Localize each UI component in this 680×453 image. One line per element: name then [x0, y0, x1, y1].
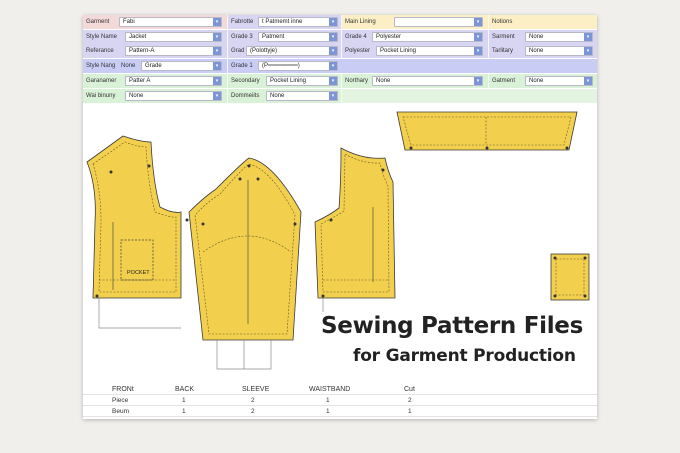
northary-select[interactable]: None ▾ — [372, 76, 483, 86]
garanamer-select[interactable]: Patter A ▾ — [125, 76, 222, 86]
sleeve-piece[interactable] — [188, 157, 302, 341]
chevron-down-icon: ▾ — [329, 62, 337, 70]
table-row: Piece 1 2 1 2 — [83, 395, 597, 406]
chevron-down-icon: ▾ — [213, 47, 221, 55]
fabric-select[interactable]: t Patmemt inne ▾ — [258, 17, 338, 27]
main-lining-select[interactable]: ▾ — [394, 17, 483, 27]
grad-field: Grad (Polottyje) ▾ — [228, 44, 342, 58]
main-lining-field: Main Lining ▾ — [342, 15, 489, 29]
col-header-back: BACK — [175, 386, 195, 393]
chevron-down-icon: ▾ — [474, 18, 482, 26]
dommeiits-select[interactable]: None ▾ — [266, 91, 338, 101]
dommeiits-field: Dommeiits None ▾ — [228, 89, 342, 103]
fabric-field: Fabrotte t Patmemt inne ▾ — [228, 15, 342, 29]
col-header-front: FRONt — [112, 386, 134, 393]
chevron-down-icon: ▾ — [474, 47, 482, 55]
chevron-down-icon: ▾ — [329, 18, 337, 26]
chevron-down-icon: ▾ — [584, 47, 592, 55]
grade-3-field: Grade 3 Patment ▾ — [228, 30, 342, 44]
table-header-row: FRONt BACK SLEEVE WAISTBAND Cut — [83, 384, 597, 395]
chevron-down-icon: ▾ — [329, 77, 337, 85]
style-name-select[interactable]: Jacket ▾ — [125, 32, 222, 42]
grad-select[interactable]: (Polottyje) ▾ — [246, 46, 338, 56]
pattern-canvas: POCKET — [86, 111, 590, 370]
pattern-sheet: Garment Fabi ▾ Fabrotte t Patmemt inne ▾ M… — [83, 15, 597, 419]
headline-subtitle: for Garment Production — [353, 346, 576, 366]
chevron-down-icon: ▾ — [213, 62, 221, 70]
style-name-field: Style Name Jacket ▾ — [83, 30, 228, 44]
empty-cell — [342, 89, 597, 103]
chevron-down-icon: ▾ — [584, 33, 592, 41]
waistband-piece[interactable] — [396, 111, 578, 151]
notions-field: Notions — [489, 15, 597, 29]
pocket-piece[interactable] — [550, 253, 590, 301]
form-row-2: Style Name Jacket ▾ Grade 3 Patment ▾ Grad… — [83, 30, 597, 44]
chevron-down-icon: ▾ — [213, 33, 221, 41]
polyester-field: Polyester Pocket Lining ▾ — [342, 44, 489, 58]
wai-binuny-select[interactable]: None ▾ — [125, 91, 222, 101]
col-header-cut: Cut — [404, 386, 415, 393]
chevron-down-icon: ▾ — [329, 47, 337, 55]
grade-1-field: Grade 1 (P═══════) ▾ — [228, 59, 597, 73]
northary-field: Northary None ▾ — [342, 74, 489, 88]
garment-field: Garment Fabi ▾ — [83, 15, 228, 29]
grade-3-select[interactable]: Patment ▾ — [258, 32, 338, 42]
chevron-down-icon: ▾ — [329, 33, 337, 41]
form-row-3: Referance Pattern-A ▾ Grad (Polottyje) ▾ P… — [83, 44, 597, 58]
reference-select[interactable]: Pattern-A ▾ — [125, 46, 222, 56]
sarment-select[interactable]: None ▾ — [525, 32, 593, 42]
secondary-select[interactable]: Pocket Lining ▾ — [266, 76, 338, 86]
tarlitary-field: Tarlitary None ▾ — [489, 44, 597, 58]
grade-select[interactable]: Grade ▾ — [141, 61, 222, 71]
chevron-down-icon: ▾ — [329, 92, 337, 100]
chevron-down-icon: ▾ — [584, 77, 592, 85]
table-row: Beum 1 2 1 1 — [83, 406, 597, 417]
headline-title: Sewing Pattern Files — [321, 313, 583, 339]
gatment-select[interactable]: None ▾ — [525, 76, 593, 86]
secondary-field: Secondary Pocket Lining ▾ — [228, 74, 342, 88]
polyester-select[interactable]: Pocket Lining ▾ — [376, 46, 483, 56]
cut-summary-table: FRONt BACK SLEEVE WAISTBAND Cut Piece 1 … — [83, 384, 597, 417]
garment-select[interactable]: Fabi ▾ — [119, 17, 222, 27]
tarlitary-select[interactable]: None ▾ — [525, 46, 593, 56]
grade-4-field: Grade 4 Polyester ▾ — [342, 30, 489, 44]
col-header-waistband: WAISTBAND — [309, 386, 351, 393]
chevron-down-icon: ▾ — [474, 33, 482, 41]
grade-1-select[interactable]: (P═══════) ▾ — [258, 61, 338, 71]
gatment-field: Gatment None ▾ — [489, 74, 597, 88]
garanamer-field: Garanamer Patter A ▾ — [83, 74, 228, 88]
wai-binuny-field: Wai binuny None ▾ — [83, 89, 228, 103]
chevron-down-icon: ▾ — [213, 77, 221, 85]
form-row-5: Garanamer Patter A ▾ Secondary Pocket Lin… — [83, 74, 597, 88]
chevron-down-icon: ▾ — [213, 92, 221, 100]
form-row-6: Wai binuny None ▾ Dommeiits None ▾ — [83, 89, 597, 103]
form-row-1: Garment Fabi ▾ Fabrotte t Patmemt inne ▾ M… — [83, 15, 597, 29]
style-nang-field: Style Nang None Grade ▾ — [83, 59, 228, 73]
col-header-sleeve: SLEEVE — [242, 386, 270, 393]
chevron-down-icon: ▾ — [474, 77, 482, 85]
pocket-label: POCKET — [127, 270, 150, 276]
sarment-field: Sarment None ▾ — [489, 30, 597, 44]
grade-4-select[interactable]: Polyester ▾ — [372, 32, 483, 42]
chevron-down-icon: ▾ — [213, 18, 221, 26]
form-row-4: Style Nang None Grade ▾ Grade 1 (P═══════… — [83, 59, 597, 73]
reference-field: Referance Pattern-A ▾ — [83, 44, 228, 58]
